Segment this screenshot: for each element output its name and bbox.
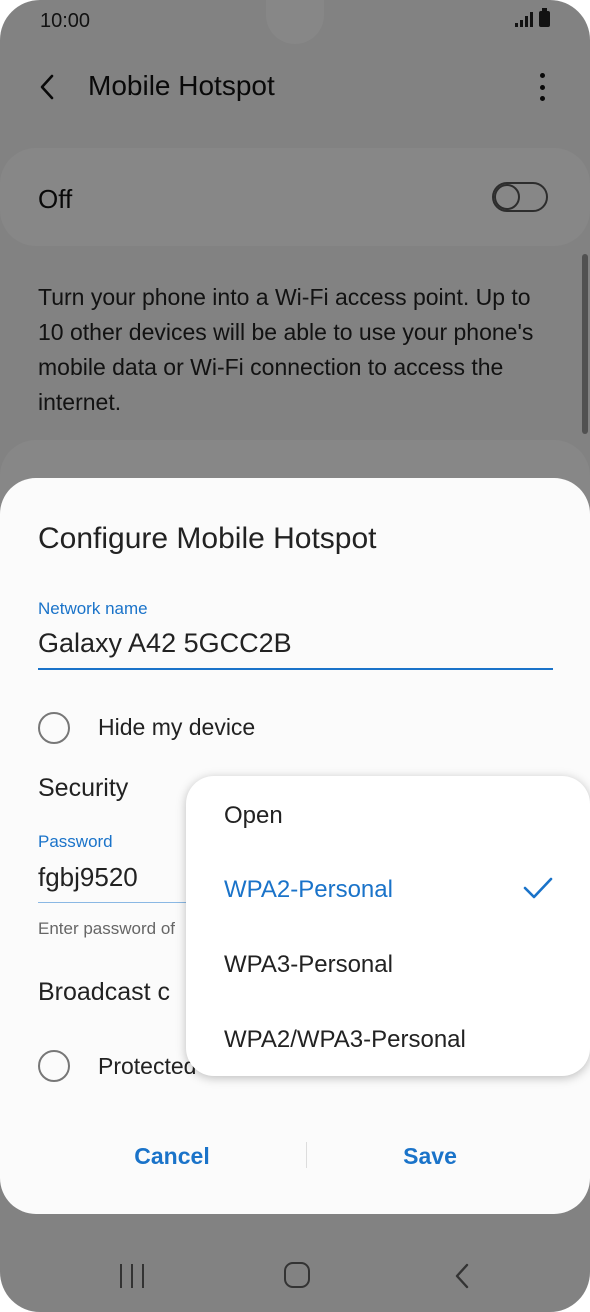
- password-label: Password: [38, 832, 113, 851]
- phone-screen: 10:00 Mobile Hotspot Off Turn your phone…: [0, 0, 590, 1312]
- dialog-title: Configure Mobile Hotspot: [38, 522, 377, 555]
- broadcast-channel-label[interactable]: Broadcast c: [38, 978, 170, 1007]
- navigation-bar: [0, 1238, 590, 1312]
- check-icon: [523, 877, 553, 899]
- security-option-wpa2[interactable]: WPA2-Personal: [224, 876, 393, 904]
- network-name-underline: [38, 668, 553, 670]
- security-label[interactable]: Security: [38, 774, 128, 803]
- security-option-wpa3[interactable]: WPA3-Personal: [224, 951, 393, 979]
- recents-icon[interactable]: [120, 1264, 144, 1288]
- back-icon[interactable]: [452, 1262, 472, 1290]
- hide-device-checkbox[interactable]: [38, 712, 70, 744]
- home-icon[interactable]: [284, 1262, 310, 1288]
- password-hint: Enter password of: [38, 919, 176, 938]
- protected-management-checkbox[interactable]: [38, 1050, 70, 1082]
- security-option-wpa2-wpa3[interactable]: WPA2/WPA3-Personal: [224, 1026, 466, 1054]
- hide-device-label[interactable]: Hide my device: [98, 714, 255, 741]
- cancel-button[interactable]: Cancel: [72, 1138, 272, 1174]
- protected-management-label[interactable]: Protected: [98, 1053, 196, 1080]
- save-button[interactable]: Save: [330, 1138, 530, 1174]
- network-name-label: Network name: [38, 599, 148, 618]
- button-divider: [306, 1142, 307, 1168]
- security-dropdown: Open WPA2-Personal WPA3-Personal WPA2/WP…: [186, 776, 590, 1076]
- network-name-input[interactable]: Galaxy A42 5GCC2B: [38, 628, 292, 659]
- password-input[interactable]: fgbj9520: [38, 862, 138, 893]
- security-option-open[interactable]: Open: [224, 802, 283, 830]
